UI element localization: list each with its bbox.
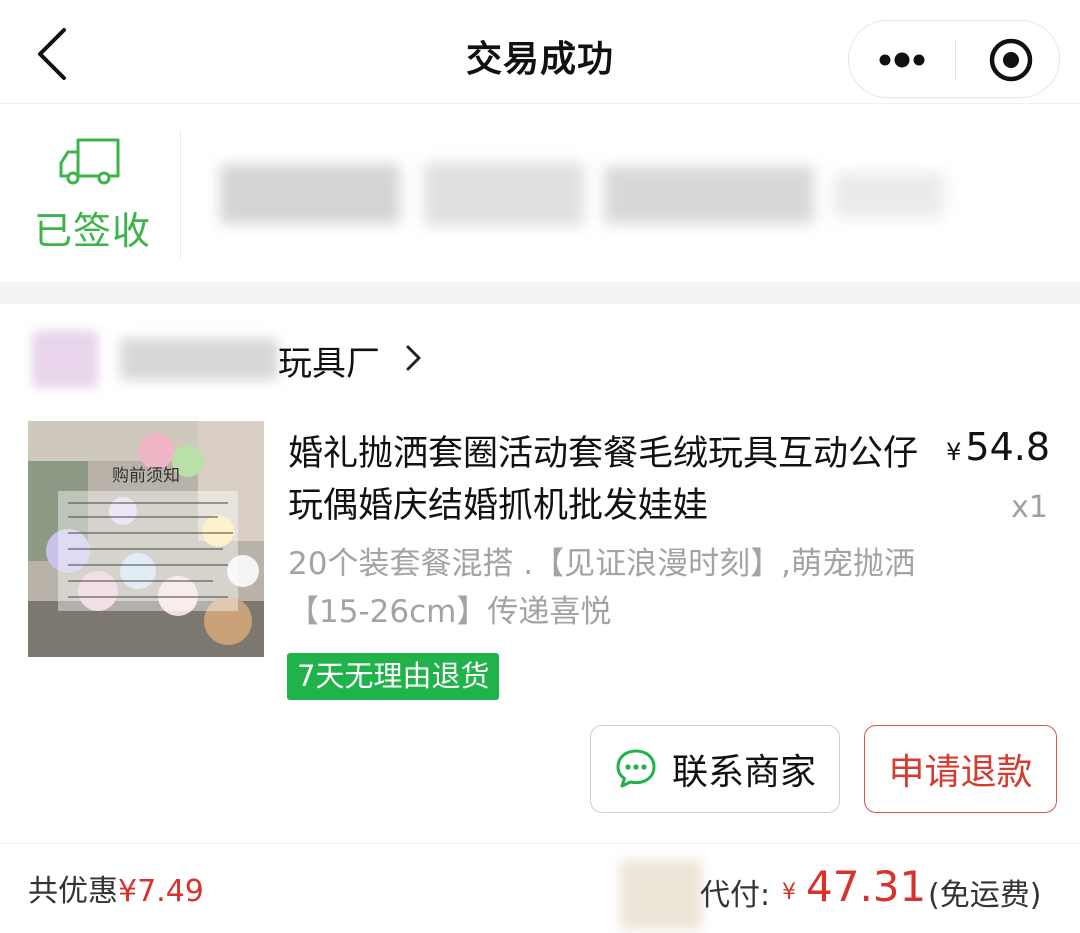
product-image[interactable]: 购前须知: [28, 421, 264, 657]
redacted-payer-avatar: [620, 860, 702, 930]
contact-seller-label: 联系商家: [671, 752, 816, 793]
price-value: 54.8: [965, 425, 1050, 469]
more-dots-icon: [879, 52, 925, 68]
product-spec: 20个装套餐混搭 .【见证浪漫时刻】,萌宠抛洒【15-26cm】传递喜悦: [288, 546, 916, 630]
shop-avatar: [32, 330, 98, 388]
more-button[interactable]: [849, 21, 955, 99]
discount-summary: 共优惠¥7.49: [28, 866, 204, 910]
request-refund-label: 申请退款: [888, 752, 1033, 793]
close-button[interactable]: [956, 21, 1061, 99]
truck-icon: [59, 138, 120, 185]
image-caption: 购前须知: [112, 466, 180, 486]
product-price: ¥54.8: [946, 425, 1050, 469]
section-separator: [0, 282, 1080, 304]
chat-bubble-icon: [616, 749, 656, 788]
order-summary-footer: 共优惠¥7.49 代付: ¥ 47.31 (免运费): [0, 843, 1080, 933]
delivery-status: 已签收: [34, 209, 152, 253]
contact-seller-button[interactable]: 联系商家: [590, 725, 840, 813]
shipping-note: (免运费): [928, 878, 1042, 913]
paid-currency: ¥: [782, 880, 796, 905]
redacted-shop-name: [120, 338, 278, 380]
chevron-right-icon: [406, 345, 421, 371]
product-quantity: x1: [1011, 490, 1048, 525]
product-title[interactable]: 婚礼抛洒套圈活动套餐毛绒玩具互动公仔玩偶婚庆结婚抓机批发娃娃: [288, 428, 920, 532]
logistics-section[interactable]: 已签收: [0, 104, 1080, 282]
shop-name: 玩具厂: [278, 344, 380, 384]
discount-label: 共优惠: [28, 874, 118, 909]
return-policy-badge: 7天无理由退货: [287, 653, 500, 700]
discount-amount: ¥7.49: [118, 874, 204, 909]
request-refund-button[interactable]: 申请退款: [864, 725, 1057, 813]
redacted-logistics-info: [204, 154, 964, 250]
navigation-bar: 交易成功: [0, 0, 1080, 104]
paid-amount: 47.31: [806, 862, 927, 911]
paid-label: 代付:: [700, 878, 771, 913]
price-currency: ¥: [946, 438, 962, 466]
product-photo: 购前须知: [28, 421, 264, 657]
target-close-icon: [989, 38, 1033, 82]
logistics-divider: [180, 130, 181, 258]
shop-header[interactable]: 玩具厂: [0, 316, 1080, 396]
menu-capsule: [848, 20, 1060, 98]
